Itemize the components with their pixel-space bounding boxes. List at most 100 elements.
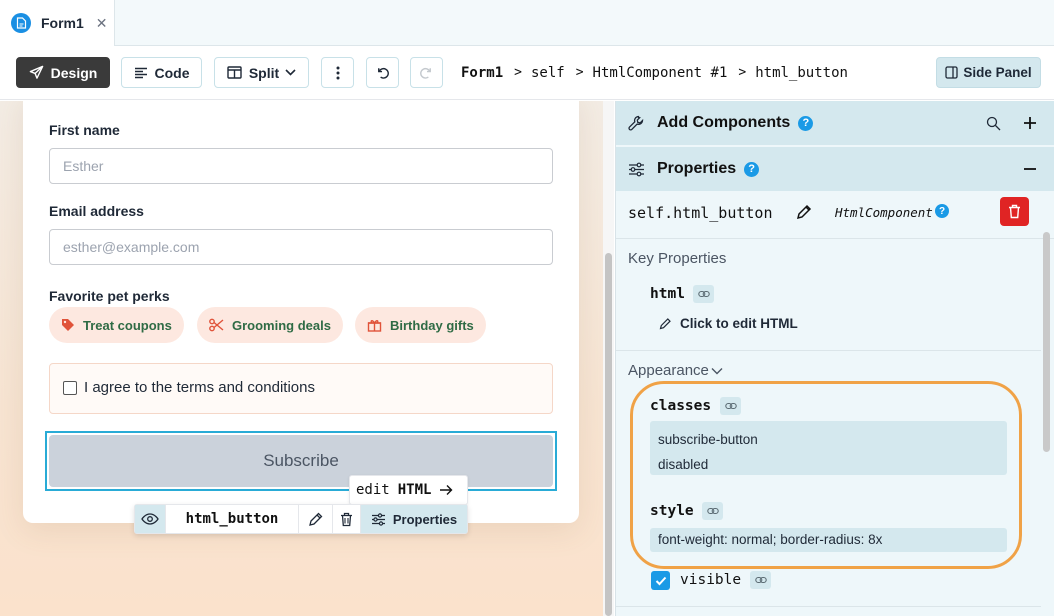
pencil-icon	[309, 512, 323, 526]
breadcrumb-item[interactable]: HtmlComponent #1	[593, 65, 728, 81]
arrow-right-icon	[440, 485, 453, 495]
side-panel-icon	[945, 66, 959, 79]
visible-checkbox[interactable]	[651, 571, 670, 590]
wrench-icon	[628, 115, 644, 130]
first-name-input[interactable]: Esther	[49, 148, 553, 184]
split-icon	[227, 66, 242, 79]
lines-icon	[134, 67, 147, 78]
highlight-annotation	[630, 381, 1022, 569]
properties-header[interactable]: Properties ?	[616, 147, 1054, 191]
collapse-minus-icon[interactable]	[1023, 167, 1037, 171]
add-components-header[interactable]: Add Components ?	[616, 101, 1054, 145]
edit-html-bold: HTML	[397, 482, 432, 498]
component-self-name: self.html_button	[628, 204, 773, 222]
side-panel-label: Side Panel	[963, 65, 1032, 80]
perk-chip-birthday[interactable]: Birthday gifts	[355, 307, 486, 343]
perk-chip-treat[interactable]: Treat coupons	[49, 307, 184, 343]
sliders-icon	[629, 162, 644, 176]
rename-button[interactable]	[299, 505, 333, 533]
search-icon[interactable]	[986, 116, 1001, 131]
breadcrumb-item[interactable]: self	[531, 65, 565, 81]
perk-chip-label: Birthday gifts	[390, 317, 474, 333]
first-name-label: First name	[49, 122, 120, 138]
component-name: html_button	[166, 505, 299, 533]
edit-html-label: Click to edit HTML	[680, 316, 798, 331]
trash-icon	[1009, 204, 1020, 219]
send-icon	[29, 65, 43, 79]
undo-icon	[378, 67, 389, 79]
perks-label: Favorite pet perks	[49, 288, 170, 304]
tag-icon	[62, 319, 74, 331]
visibility-button[interactable]	[135, 505, 166, 533]
component-type: HtmlComponent	[835, 205, 933, 220]
help-icon[interactable]: ?	[935, 204, 949, 218]
pencil-icon[interactable]	[796, 204, 812, 220]
breadcrumb-separator-icon: >	[514, 65, 522, 80]
more-button[interactable]	[321, 57, 354, 88]
properties-title: Properties	[657, 160, 737, 177]
properties-button[interactable]: Properties	[361, 505, 467, 533]
side-panel: Add Components ? Properties ? self.html_…	[615, 101, 1054, 616]
perk-chip-grooming[interactable]: Grooming deals	[197, 307, 343, 343]
appearance-toggle[interactable]: Appearance	[628, 362, 723, 379]
form-card: First name Esther Email address esther@e…	[23, 101, 579, 523]
edit-html-button[interactable]: Click to edit HTML	[659, 316, 798, 331]
design-button[interactable]: Design	[16, 57, 110, 88]
key-properties-heading: Key Properties	[628, 250, 727, 267]
tab-label: Form1	[41, 15, 84, 31]
terms-text: I agree to the terms and conditions	[84, 379, 315, 396]
link-icon[interactable]	[693, 285, 714, 303]
split-button[interactable]: Split	[214, 57, 309, 88]
component-toolbar: html_button Properties	[134, 504, 468, 534]
breadcrumb: Form1 > self > HtmlComponent #1 > html_b…	[461, 57, 848, 88]
chevron-down-icon	[711, 367, 723, 374]
add-components-title: Add Components	[657, 114, 791, 131]
email-input[interactable]: esther@example.com	[49, 229, 553, 265]
canvas-scrollbar-thumb[interactable]	[605, 253, 612, 616]
perk-chip-label: Grooming deals	[232, 317, 331, 333]
component-identity-row: self.html_button HtmlComponent ?	[616, 191, 1054, 239]
visible-property-label: visible	[680, 572, 742, 588]
scissors-icon	[209, 318, 224, 332]
appearance-heading: Appearance	[628, 362, 709, 379]
subscribe-button[interactable]: Subscribe	[49, 435, 553, 487]
tab-bar: Form1 ✕	[0, 0, 1054, 46]
undo-button[interactable]	[366, 57, 399, 88]
close-icon[interactable]: ✕	[96, 15, 108, 32]
side-panel-button[interactable]: Side Panel	[936, 57, 1041, 88]
edit-html-link[interactable]: edit HTML	[349, 475, 468, 505]
help-icon[interactable]: ?	[744, 161, 760, 177]
breadcrumb-item[interactable]: Form1	[461, 65, 503, 81]
gift-icon	[367, 320, 382, 332]
breadcrumb-separator-icon: >	[738, 65, 747, 80]
design-canvas: First name Esther Email address esther@e…	[0, 101, 614, 616]
pencil-icon	[659, 318, 671, 330]
code-button[interactable]: Code	[121, 57, 202, 88]
toolbar: Design Code Split Form1 > self > HtmlCom…	[0, 46, 1054, 100]
help-icon[interactable]: ?	[798, 115, 814, 131]
chevron-down-icon	[285, 69, 296, 76]
redo-button[interactable]	[410, 57, 443, 88]
divider	[616, 606, 1041, 607]
properties-label: Properties	[392, 511, 458, 527]
email-label: Email address	[49, 203, 144, 219]
terms-row: I agree to the terms and conditions	[49, 363, 553, 414]
perk-chip-label: Treat coupons	[83, 317, 172, 333]
code-label: Code	[154, 64, 190, 81]
more-vertical-icon	[336, 66, 339, 79]
delete-component-button[interactable]	[333, 505, 361, 533]
canvas-scrollbar[interactable]	[603, 101, 614, 616]
terms-checkbox[interactable]	[63, 381, 77, 395]
panel-scrollbar-thumb[interactable]	[1043, 232, 1050, 452]
breadcrumb-item[interactable]: html_button	[755, 65, 848, 81]
split-label: Split	[248, 64, 280, 81]
link-icon[interactable]	[750, 571, 771, 589]
breadcrumb-separator-icon: >	[575, 65, 584, 80]
sliders-icon	[371, 512, 385, 526]
design-label: Design	[50, 64, 98, 81]
delete-component-button[interactable]	[1000, 197, 1029, 226]
edit-html-text: edit	[356, 482, 390, 498]
plus-icon[interactable]	[1023, 116, 1037, 130]
tab-form1[interactable]: Form1 ✕	[0, 0, 115, 46]
form-file-icon	[11, 13, 31, 33]
